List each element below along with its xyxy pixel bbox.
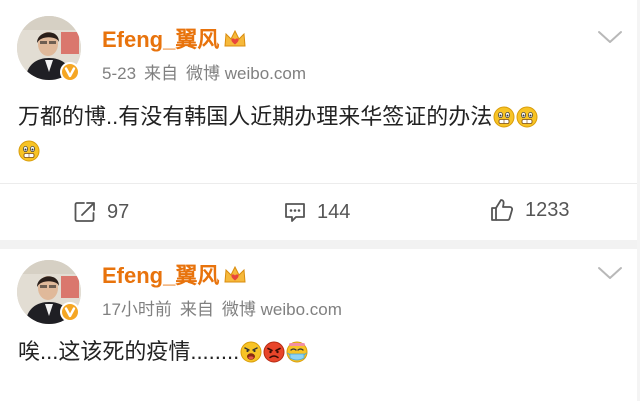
post-time[interactable]: 5-23: [102, 64, 136, 83]
post-meta: 17小时前 来自 微博 weibo.com: [102, 300, 350, 320]
weibo-post: Efeng_翼风 5-23 来自 微博 weibo.com 万都的博..有没有韩国人…: [0, 0, 640, 250]
comment-button[interactable]: 144: [283, 198, 350, 226]
furious-emoji: [263, 339, 285, 363]
source-prefix: 来自: [179, 300, 214, 319]
angry-shout-emoji: [240, 339, 262, 363]
like-count: 1233: [525, 198, 570, 221]
chevron-down-icon[interactable]: [597, 29, 623, 45]
grimace-emoji: [493, 104, 515, 128]
post-text-continued: [18, 134, 40, 168]
comment-count: 144: [317, 200, 351, 223]
post-text: 唉...这该死的疫情........: [18, 335, 308, 369]
post-source[interactable]: 微博 weibo.com: [222, 300, 342, 319]
post-source[interactable]: 微博 weibo.com: [186, 64, 306, 83]
weibo-post: Efeng_翼风 17小时前 来自 微博 weibo.com 唉...这该死的疫情.…: [0, 249, 640, 401]
author-name[interactable]: Efeng_翼风: [102, 27, 247, 53]
crown-heart-icon: [223, 28, 247, 50]
chevron-down-icon[interactable]: [597, 265, 623, 281]
like-button[interactable]: 1233: [489, 196, 570, 224]
divider: [0, 183, 640, 184]
post-time[interactable]: 17小时前: [102, 300, 172, 319]
post-meta: 5-23 来自 微博 weibo.com: [102, 64, 314, 84]
verified-v-icon: [60, 62, 80, 82]
source-prefix: 来自: [144, 64, 179, 83]
grimace-emoji: [516, 104, 538, 128]
verified-v-icon: [60, 302, 80, 322]
post-separator: [0, 240, 640, 249]
comment-icon: [285, 203, 305, 222]
author-name[interactable]: Efeng_翼风: [102, 263, 247, 289]
sick-emoji: [286, 339, 308, 363]
share-icon: [74, 202, 95, 222]
post-text: 万都的博..有没有韩国人近期办理来华签证的办法: [18, 100, 538, 134]
crown-heart-icon: [223, 264, 247, 286]
share-button[interactable]: 97: [73, 198, 129, 226]
like-icon: [491, 199, 514, 221]
grimace-emoji: [18, 138, 40, 162]
share-count: 97: [107, 200, 130, 223]
